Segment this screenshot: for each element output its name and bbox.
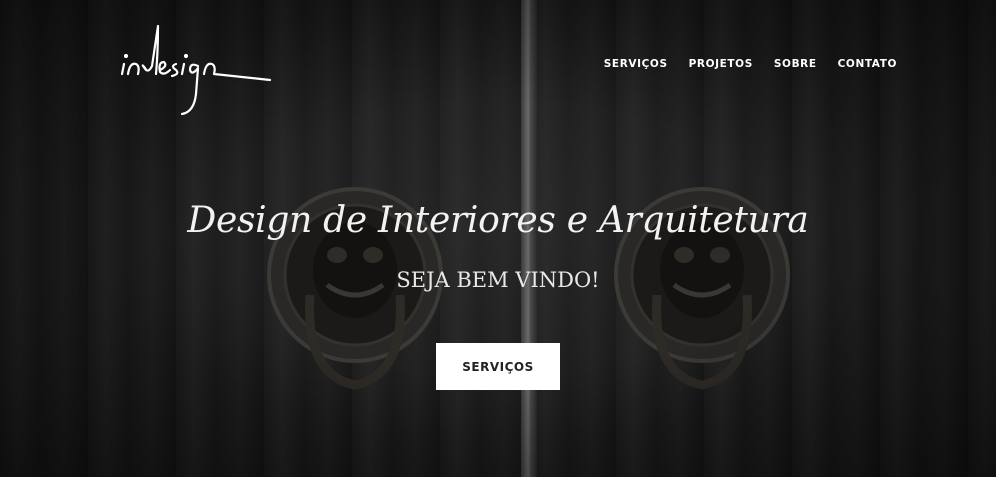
nav-item-projetos[interactable]: PROJETOS: [689, 58, 753, 70]
nav-item-servicos[interactable]: SERVIÇOS: [604, 58, 668, 70]
nav-item-sobre[interactable]: SOBRE: [774, 58, 817, 70]
hero-headline: Design de Interiores e Arquitetura: [187, 200, 809, 241]
hero-subheadline: SEJA BEM VINDO!: [396, 268, 600, 292]
servicos-cta-button[interactable]: SERVIÇOS: [436, 343, 560, 390]
main-nav: SERVIÇOS PROJETOS SOBRE CONTATO: [604, 58, 897, 70]
nav-item-contato[interactable]: CONTATO: [838, 58, 897, 70]
indesign-logo[interactable]: [118, 22, 274, 118]
hero-section: SERVIÇOS PROJETOS SOBRE CONTATO Design d…: [0, 0, 996, 477]
